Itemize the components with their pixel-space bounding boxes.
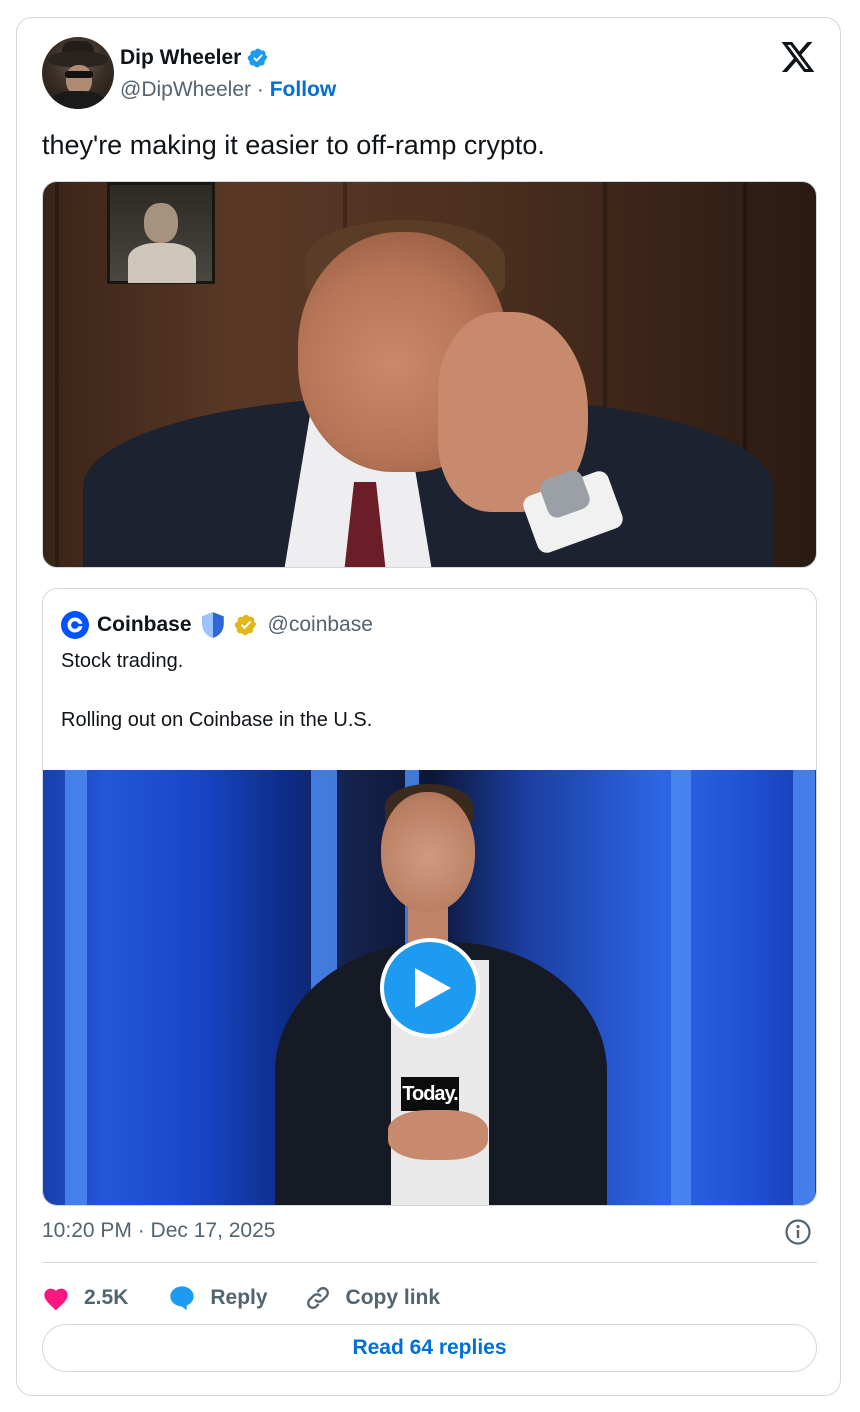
read-replies-button[interactable]: Read 64 replies <box>42 1324 817 1372</box>
play-icon <box>415 968 451 1008</box>
tweet-timestamp[interactable]: 10:20 PM · Dec 17, 2025 <box>42 1219 275 1243</box>
author-avatar[interactable] <box>42 37 114 109</box>
quoted-text-line-2: Rolling out on Coinbase in the U.S. <box>61 709 373 731</box>
author-handle-row: @DipWheeler · Follow <box>120 78 336 102</box>
link-icon <box>306 1287 329 1309</box>
video-caption: Today. <box>401 1077 459 1111</box>
heart-icon <box>44 1288 68 1311</box>
coinbase-logo-icon <box>61 611 89 639</box>
tweet-image[interactable] <box>42 181 817 568</box>
author-display-name[interactable]: Dip Wheeler <box>120 46 241 70</box>
info-icon[interactable] <box>784 1218 812 1246</box>
quoted-display-name[interactable]: Coinbase <box>97 613 192 637</box>
likes-count: 2.5K <box>84 1286 129 1309</box>
reply-button[interactable]: Reply <box>168 1284 268 1312</box>
quoted-author-row: Coinbase @coinbase <box>61 611 373 639</box>
quoted-handle[interactable]: @coinbase <box>268 613 373 637</box>
verified-badge-icon <box>248 48 268 68</box>
x-logo-icon[interactable] <box>781 42 815 72</box>
author-name-row: Dip Wheeler <box>120 46 269 70</box>
copy-link-button[interactable]: Copy link <box>304 1284 441 1312</box>
like-button[interactable]: 2.5K <box>42 1285 128 1311</box>
action-bar: 2.5K Reply Copy link <box>42 1278 440 1318</box>
reply-label: Reply <box>210 1286 268 1309</box>
quoted-text-line-1: Stock trading. <box>61 650 184 672</box>
author-handle[interactable]: @DipWheeler <box>120 78 251 101</box>
wall-portrait <box>107 182 215 284</box>
handle-separator: · <box>256 78 264 101</box>
play-button[interactable] <box>380 938 480 1038</box>
tweet-text: they're making it easier to off-ramp cry… <box>42 130 545 160</box>
quoted-tweet[interactable]: Coinbase @coinbase Stock trading. Rollin… <box>42 588 817 1206</box>
copy-link-label: Copy link <box>345 1286 441 1309</box>
speech-bubble-icon <box>170 1286 195 1311</box>
divider <box>42 1262 817 1263</box>
gold-verified-icon <box>234 614 256 636</box>
quoted-video[interactable]: Today. <box>43 770 816 1205</box>
follow-button[interactable]: Follow <box>270 78 337 101</box>
tweet-card: Dip Wheeler @DipWheeler · Follow they're… <box>16 17 841 1396</box>
shield-icon <box>201 612 224 638</box>
